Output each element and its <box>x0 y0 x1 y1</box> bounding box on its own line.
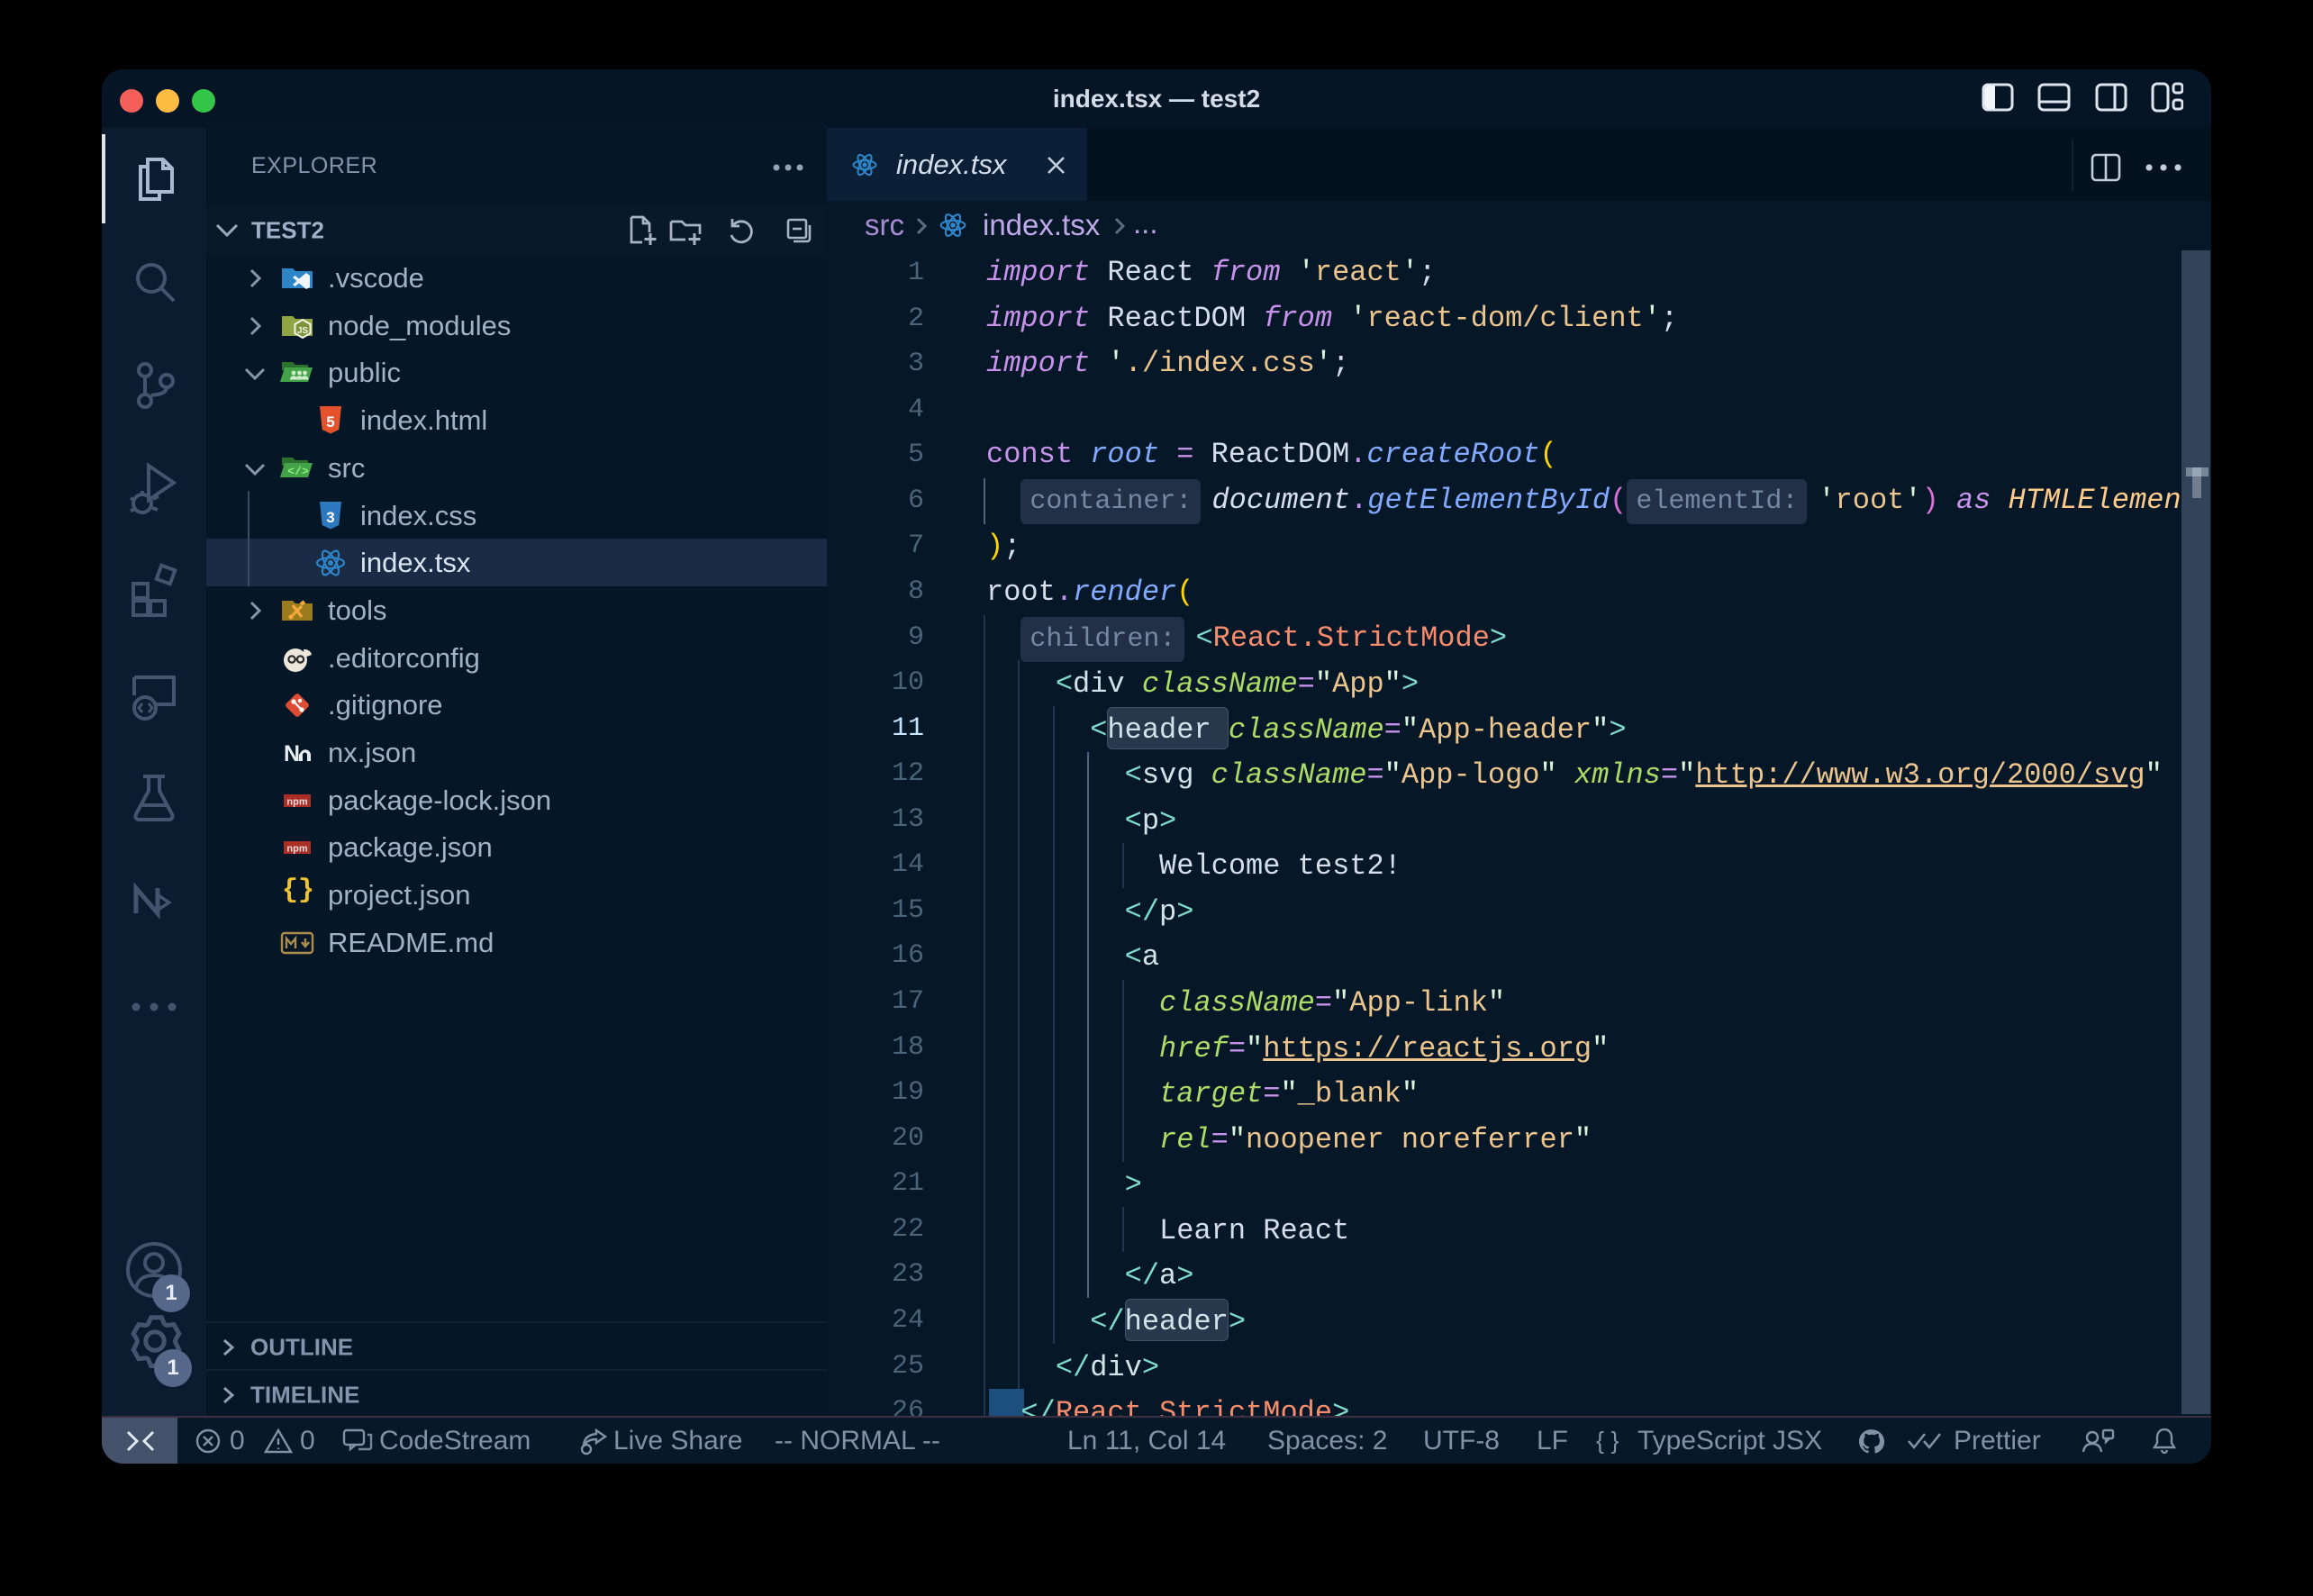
svg-text:npm: npm <box>286 797 307 808</box>
svg-text:JS: JS <box>297 326 309 336</box>
svg-text:3: 3 <box>326 509 334 526</box>
svg-text:5: 5 <box>326 413 334 431</box>
svg-text:</>: </> <box>287 465 309 478</box>
svg-text:npm: npm <box>286 844 307 855</box>
svg-text:N: N <box>284 741 300 766</box>
